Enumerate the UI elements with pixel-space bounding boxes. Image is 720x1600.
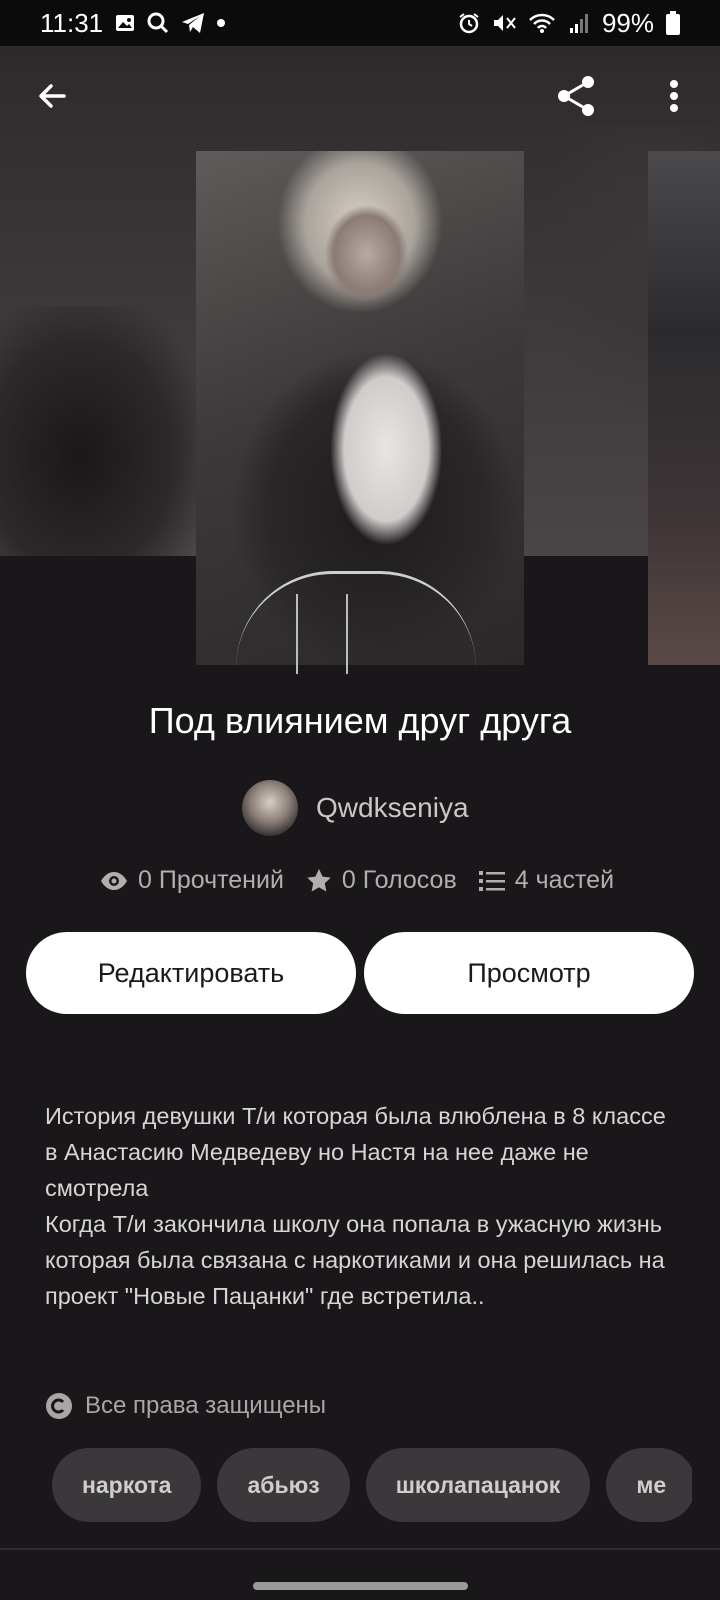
parts-stat: 4 частей: [478, 866, 615, 895]
top-app-bar: [0, 46, 720, 146]
copyright-icon: [46, 1393, 72, 1419]
arrow-left-icon: [39, 84, 66, 108]
tag-chip[interactable]: наркота: [52, 1448, 202, 1522]
description-paragraph: История девушки Т/и которая была влюблен…: [45, 1103, 666, 1201]
alarm-icon: [458, 12, 480, 34]
author-avatar[interactable]: [242, 780, 298, 836]
story-cover-image[interactable]: [196, 151, 524, 674]
next-cover-image[interactable]: [648, 151, 720, 665]
wifi-icon: [528, 12, 556, 34]
home-indicator[interactable]: [253, 1582, 468, 1590]
author-name[interactable]: Qwdkseniya: [316, 792, 469, 824]
story-title: Под влиянием друг друга: [148, 700, 572, 741]
votes-count: 0 Голосов: [341, 866, 457, 894]
preview-button[interactable]: Просмотр: [364, 932, 694, 1014]
back-button[interactable]: [24, 68, 80, 124]
parts-count: 4 частей: [514, 866, 615, 894]
story-description: История девушки Т/и которая была влюблен…: [45, 1098, 675, 1314]
copyright-info: Все права защищены: [45, 1392, 326, 1420]
telegram-icon: [181, 12, 205, 34]
cover-chair-detail: [236, 571, 476, 674]
edit-button[interactable]: Редактировать: [26, 932, 356, 1014]
backdrop-blur: [0, 306, 200, 556]
tag-chip[interactable]: абьюз: [217, 1448, 350, 1522]
star-icon: [307, 868, 331, 891]
search-icon: [147, 12, 169, 34]
reads-stat: 0 Прочтений: [100, 866, 284, 895]
share-button[interactable]: [548, 68, 604, 124]
battery-text: 99%: [601, 7, 654, 38]
signal-icon: [568, 12, 590, 34]
story-stats: 0 Прочтений 0 Голосов 4 частей: [100, 866, 614, 895]
divider: [0, 1548, 720, 1550]
status-time: 11:31: [40, 7, 104, 38]
battery-icon: [666, 11, 680, 35]
tag-chip[interactable]: школапацанок: [365, 1448, 591, 1522]
status-bar: 11:31 99%: [0, 0, 720, 46]
tag-list: наркота абьюз школапацанок ме: [52, 1448, 692, 1522]
eye-icon: [101, 871, 127, 890]
author-link[interactable]: Qwdkseniya: [242, 780, 469, 836]
description-paragraph: Когда Т/и закончила школу она попала в у…: [45, 1211, 665, 1309]
list-icon: [478, 870, 505, 891]
more-vert-icon: [670, 80, 678, 112]
gallery-icon: [115, 13, 135, 33]
more-options-button[interactable]: [646, 68, 702, 124]
share-icon: [558, 76, 594, 116]
tag-chip[interactable]: ме: [606, 1448, 692, 1522]
copyright-label: Все права защищены: [85, 1392, 327, 1419]
reads-count: 0 Прочтений: [138, 866, 284, 894]
mute-icon: [492, 12, 516, 34]
votes-stat: 0 Голосов: [306, 866, 457, 895]
notification-dot-icon: [217, 19, 226, 27]
